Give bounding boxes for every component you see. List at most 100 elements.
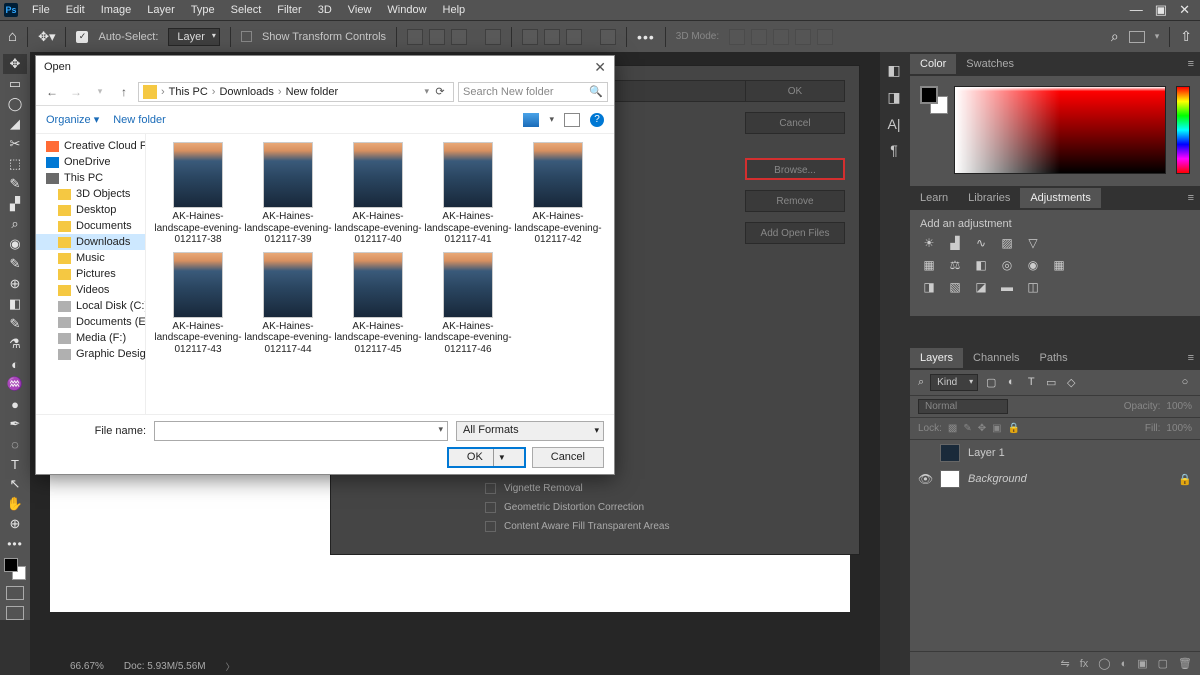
tab-paths[interactable]: Paths xyxy=(1030,348,1078,368)
tool-11[interactable]: ⊕ xyxy=(3,274,27,294)
remove-button[interactable]: Remove xyxy=(745,190,845,212)
layer-thumbnail[interactable] xyxy=(940,444,960,462)
maximize-button[interactable]: ▣ xyxy=(1155,2,1167,18)
distribute-icon[interactable] xyxy=(522,29,538,45)
visibility-toggle[interactable]: 👁 xyxy=(918,472,932,486)
foreground-color[interactable] xyxy=(920,86,938,104)
tool-6[interactable]: ✎ xyxy=(3,174,27,194)
preview-pane-icon[interactable] xyxy=(564,113,580,127)
balance-icon[interactable]: ⚖ xyxy=(946,258,964,274)
tool-2[interactable]: ◯ xyxy=(3,94,27,114)
tool-15[interactable]: ◐ xyxy=(3,354,27,374)
align-top-icon[interactable] xyxy=(485,29,501,45)
file-item[interactable]: AK-Haines-landscape-evening-012117-45 xyxy=(334,252,422,356)
sidebar-item[interactable]: Desktop xyxy=(36,202,145,218)
close-icon[interactable]: ✕ xyxy=(594,59,606,76)
panel-icon[interactable]: ¶ xyxy=(890,142,898,158)
exposure-icon[interactable]: ▨ xyxy=(998,236,1016,252)
file-item[interactable]: AK-Haines-landscape-evening-012117-42 xyxy=(514,142,602,246)
bw-icon[interactable]: ◧ xyxy=(972,258,990,274)
tool-16[interactable]: ♒ xyxy=(3,374,27,394)
align-left-icon[interactable] xyxy=(407,29,423,45)
panel-icon[interactable]: ◧ xyxy=(887,62,900,79)
tool-4[interactable]: ✂ xyxy=(3,134,27,154)
file-grid[interactable]: AK-Haines-landscape-evening-012117-38AK-… xyxy=(146,134,614,414)
invert-icon[interactable]: ◨ xyxy=(920,280,938,296)
tab-swatches[interactable]: Swatches xyxy=(956,54,1024,74)
help-icon[interactable]: ? xyxy=(590,113,604,127)
menu-select[interactable]: Select xyxy=(223,2,270,18)
sidebar-item[interactable]: 3D Objects xyxy=(36,186,145,202)
format-dropdown[interactable]: All Formats xyxy=(456,421,604,441)
panel-menu-icon[interactable]: ≡ xyxy=(1182,192,1200,204)
channel-mixer-icon[interactable]: ◉ xyxy=(1024,258,1042,274)
vibrance-icon[interactable]: ▽ xyxy=(1024,236,1042,252)
tool-5[interactable]: ⬚ xyxy=(3,154,27,174)
lock-position-icon[interactable]: ✥ xyxy=(978,423,986,434)
file-item[interactable]: AK-Haines-landscape-evening-012117-41 xyxy=(424,142,512,246)
sidebar-item[interactable]: Videos xyxy=(36,282,145,298)
file-item[interactable]: AK-Haines-landscape-evening-012117-40 xyxy=(334,142,422,246)
edit-toolbar-icon[interactable]: ••• xyxy=(3,534,27,554)
tool-7[interactable]: ▞ xyxy=(3,194,27,214)
group-icon[interactable]: ▣ xyxy=(1137,657,1147,670)
tool-13[interactable]: ✎ xyxy=(3,314,27,334)
tool-3[interactable]: ◢ xyxy=(3,114,27,134)
lock-all-icon[interactable]: 🔒 xyxy=(1008,423,1020,434)
filter-type-icon[interactable]: T xyxy=(1024,376,1038,390)
sidebar-item[interactable]: Local Disk (C:) xyxy=(36,298,145,314)
sidebar-item[interactable]: Documents (E:) xyxy=(36,314,145,330)
layer-row[interactable]: Layer 1 xyxy=(910,440,1200,466)
link-layers-icon[interactable]: ⇋ xyxy=(1060,657,1069,670)
blend-mode-dropdown[interactable]: Normal xyxy=(918,399,1008,414)
file-item[interactable]: AK-Haines-landscape-evening-012117-44 xyxy=(244,252,332,356)
menu-help[interactable]: Help xyxy=(435,2,474,18)
tool-18[interactable]: ✒ xyxy=(3,414,27,434)
filter-shape-icon[interactable]: ▭ xyxy=(1044,376,1058,390)
tool-21[interactable]: ↖ xyxy=(3,474,27,494)
fx-icon[interactable]: fx xyxy=(1080,658,1089,670)
menu-view[interactable]: View xyxy=(340,2,380,18)
layer-thumbnail[interactable] xyxy=(940,470,960,488)
tab-layers[interactable]: Layers xyxy=(910,348,963,368)
layer-row[interactable]: 👁 Background 🔒 xyxy=(910,466,1200,492)
gradient-map-icon[interactable]: ▬ xyxy=(998,280,1016,296)
color-field[interactable] xyxy=(954,86,1166,174)
menu-layer[interactable]: Layer xyxy=(139,2,183,18)
sidebar-item[interactable]: Media (F:) xyxy=(36,330,145,346)
delete-layer-icon[interactable]: 🗑 xyxy=(1178,657,1192,670)
home-icon[interactable]: ⌂ xyxy=(8,28,17,45)
filter-adjust-icon[interactable]: ◐ xyxy=(1004,376,1018,390)
tab-learn[interactable]: Learn xyxy=(910,188,958,208)
file-item[interactable]: AK-Haines-landscape-evening-012117-38 xyxy=(154,142,242,246)
ok-button[interactable]: OK▼ xyxy=(447,447,526,468)
tool-23[interactable]: ⊕ xyxy=(3,514,27,534)
menu-image[interactable]: Image xyxy=(93,2,140,18)
close-button[interactable]: ✕ xyxy=(1179,2,1190,18)
sidebar-item[interactable]: OneDrive xyxy=(36,154,145,170)
search-icon[interactable]: ⌕ xyxy=(1111,28,1119,45)
hue-icon[interactable]: ▦ xyxy=(920,258,938,274)
menu-edit[interactable]: Edit xyxy=(58,2,93,18)
breadcrumb-item[interactable]: This PC xyxy=(169,86,208,98)
adjustment-layer-icon[interactable]: ◐ xyxy=(1121,658,1128,670)
curves-icon[interactable]: ∿ xyxy=(972,236,990,252)
distribute-icon[interactable] xyxy=(566,29,582,45)
sidebar-item[interactable]: Downloads xyxy=(36,234,145,250)
menu-file[interactable]: File xyxy=(24,2,58,18)
organize-button[interactable]: Organize ▾ xyxy=(46,113,99,126)
fill-value[interactable]: 100% xyxy=(1166,423,1192,434)
tab-adjustments[interactable]: Adjustments xyxy=(1020,188,1101,208)
levels-icon[interactable]: ▟ xyxy=(946,236,964,252)
panel-icon[interactable]: A| xyxy=(888,116,901,132)
panel-menu-icon[interactable]: ≡ xyxy=(1182,58,1200,70)
tab-libraries[interactable]: Libraries xyxy=(958,188,1020,208)
vignette-checkbox[interactable] xyxy=(485,483,496,494)
align-right-icon[interactable] xyxy=(451,29,467,45)
auto-select-dropdown[interactable]: Layer xyxy=(168,28,220,46)
tool-10[interactable]: ✎ xyxy=(3,254,27,274)
mask-icon[interactable]: ◯ xyxy=(1098,657,1110,670)
tab-channels[interactable]: Channels xyxy=(963,348,1029,368)
hue-slider[interactable] xyxy=(1176,86,1190,174)
content-aware-checkbox[interactable] xyxy=(485,521,496,532)
